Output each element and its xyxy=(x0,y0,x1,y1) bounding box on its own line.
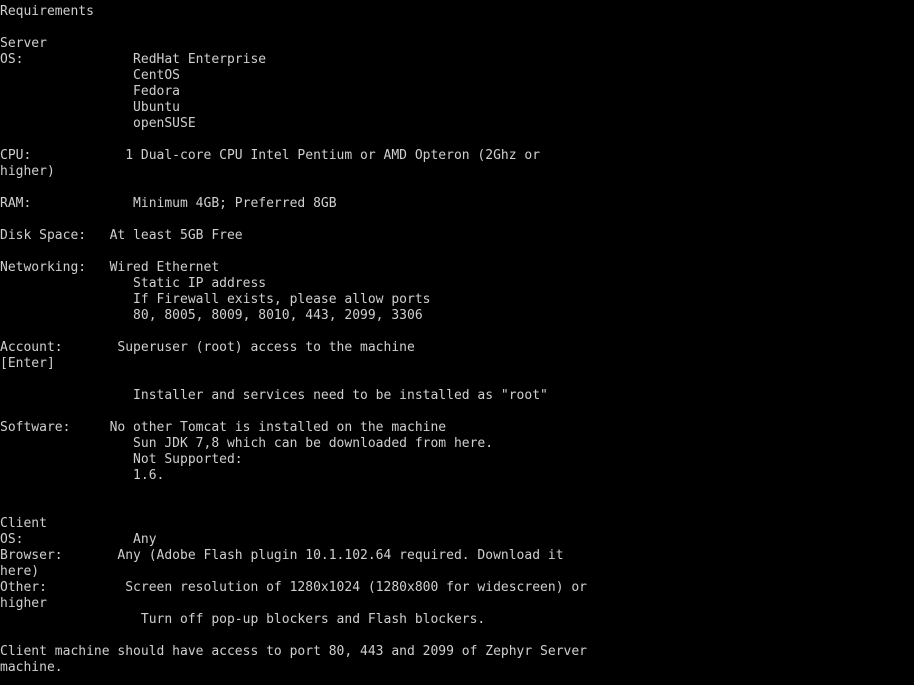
doc-line-client-browser: Browser: Any (Adobe Flash plugin 10.1.10… xyxy=(0,548,564,563)
doc-line-os: OS: RedHat Enterprise xyxy=(0,52,267,67)
doc-line-footer: Client machine should have access to por… xyxy=(0,644,587,659)
doc-line-blank xyxy=(0,20,914,36)
doc-line-blank xyxy=(0,132,914,148)
doc-line-client-other-cont: higher xyxy=(0,596,47,611)
doc-line-client-os: OS: Any xyxy=(0,532,157,547)
doc-line-blank xyxy=(0,628,914,644)
doc-line-networking: Networking: Wired Ethernet xyxy=(0,260,220,275)
doc-line-footer-cont: machine. xyxy=(0,660,63,675)
doc-line-cpu-cont: higher) xyxy=(0,164,55,179)
doc-line-account-cont: [Enter] xyxy=(0,356,55,371)
doc-line-software-version: 1.6. xyxy=(0,468,165,483)
doc-line-ram: RAM: Minimum 4GB; Preferred 8GB xyxy=(0,196,337,211)
doc-line-blank xyxy=(0,404,914,420)
requirements-text-body: Requirements Server OS: RedHat Enterprise … xyxy=(0,4,914,676)
doc-line-networking-firewall: If Firewall exists, please allow ports xyxy=(0,292,431,307)
doc-line-server-heading: Server xyxy=(0,36,47,51)
doc-line-os-opensuse: openSUSE xyxy=(0,116,196,131)
doc-line-client-other: Other: Screen resolution of 1280x1024 (1… xyxy=(0,580,587,595)
doc-line: Requirements xyxy=(0,4,94,19)
doc-line-account: Account: Superuser (root) access to the … xyxy=(0,340,415,355)
doc-line-disk-space: Disk Space: At least 5GB Free xyxy=(0,228,243,243)
doc-line-software-not-supported: Not Supported: xyxy=(0,452,243,467)
requirements-document: Requirements Server OS: RedHat Enterprise … xyxy=(0,0,914,685)
doc-line-blank xyxy=(0,500,914,516)
doc-line-blank xyxy=(0,484,914,500)
doc-line-software-jdk: Sun JDK 7,8 which can be downloaded from… xyxy=(0,436,494,451)
doc-line-client-heading: Client xyxy=(0,516,47,531)
doc-line-networking-ports: 80, 8005, 8009, 8010, 443, 2099, 3306 xyxy=(0,308,423,323)
doc-line-networking-static-ip: Static IP address xyxy=(0,276,267,291)
doc-line-os-ubuntu: Ubuntu xyxy=(0,100,181,115)
doc-line-client-browser-cont: here) xyxy=(0,564,40,579)
doc-line-cpu: CPU: 1 Dual-core CPU Intel Pentium or AM… xyxy=(0,148,541,163)
doc-line-account-note: Installer and services need to be instal… xyxy=(0,388,548,403)
doc-line-os-fedora: Fedora xyxy=(0,84,181,99)
doc-line-os-centos: CentOS xyxy=(0,68,181,83)
doc-line-software: Software: No other Tomcat is installed o… xyxy=(0,420,447,435)
doc-line-blank xyxy=(0,212,914,228)
doc-line-blank xyxy=(0,180,914,196)
doc-line-blank xyxy=(0,372,914,388)
doc-line-blank xyxy=(0,244,914,260)
doc-line-blank xyxy=(0,324,914,340)
doc-line-client-popup-blockers: Turn off pop-up blockers and Flash block… xyxy=(0,612,486,627)
